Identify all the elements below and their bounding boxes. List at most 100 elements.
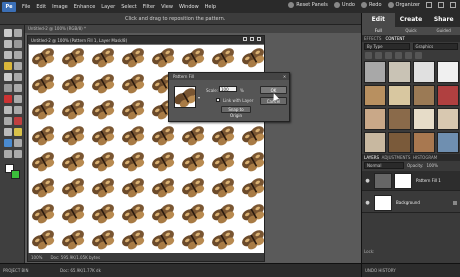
blend-mode-select[interactable]: Normal	[364, 162, 404, 169]
doc-maximize-icon[interactable]	[250, 37, 254, 41]
magic-wand-tool-icon[interactable]	[4, 62, 12, 70]
document-titlebar[interactable]: Untitled-2 @ 100% (Pattern Fill 1, Layer…	[28, 36, 264, 44]
tab-create[interactable]: Create	[394, 13, 428, 27]
smart-brush-tool-icon[interactable]	[14, 117, 22, 125]
layers-tab[interactable]: LAYERS	[364, 155, 379, 160]
content-thumb[interactable]	[388, 131, 411, 153]
content-thumb[interactable]	[436, 131, 459, 153]
clone-stamp-tool-icon[interactable]	[4, 106, 12, 114]
project-bin-label[interactable]: PROJECT BIN	[3, 268, 28, 273]
menu-image[interactable]: Image	[52, 4, 68, 10]
content-thumb[interactable]	[436, 108, 459, 130]
subtab-guided[interactable]: Guided	[427, 27, 460, 35]
marquee-tool-icon[interactable]	[4, 51, 12, 59]
content-thumb[interactable]	[412, 84, 435, 106]
themes-icon[interactable]	[415, 52, 422, 59]
menu-layer[interactable]: Layer	[101, 4, 115, 10]
layer-background[interactable]: ● Background	[362, 193, 460, 213]
menu-help[interactable]: Help	[205, 4, 216, 10]
hand-tool-icon[interactable]	[14, 29, 22, 37]
document-tab[interactable]: Untitled-2 @ 100% (RGB/8) *	[28, 26, 86, 31]
frames-icon[interactable]	[375, 52, 382, 59]
reset-panels-button[interactable]: Reset Panels	[288, 2, 328, 8]
content-thumb[interactable]	[364, 61, 387, 83]
content-thumb[interactable]	[364, 84, 387, 106]
content-thumb[interactable]	[436, 61, 459, 83]
menu-edit[interactable]: Edit	[36, 4, 46, 10]
content-thumb[interactable]	[412, 108, 435, 130]
content-thumb[interactable]	[364, 131, 387, 153]
content-thumb[interactable]	[436, 84, 459, 106]
undo-button[interactable]: Undo	[333, 2, 355, 8]
effects-tab[interactable]: EFFECTS	[364, 35, 381, 42]
opacity-value[interactable]: 100%	[426, 162, 437, 169]
blur-tool-icon[interactable]	[14, 139, 22, 147]
pattern-preview[interactable]	[174, 86, 196, 108]
content-tab[interactable]: CONTENT	[385, 35, 404, 42]
sponge-tool-icon[interactable]	[4, 150, 12, 158]
snap-to-origin-button[interactable]: Snap to Origin	[221, 106, 251, 118]
text-icon[interactable]	[405, 52, 412, 59]
eyedropper-tool-icon[interactable]	[14, 40, 22, 48]
tab-edit[interactable]: Edit	[362, 13, 395, 27]
lasso-tool-icon[interactable]	[14, 51, 22, 59]
red-eye-tool-icon[interactable]	[4, 95, 12, 103]
content-thumb[interactable]	[412, 61, 435, 83]
content-thumb[interactable]	[388, 61, 411, 83]
subtab-full[interactable]: Full	[362, 27, 395, 35]
close-icon[interactable]	[450, 2, 456, 8]
content-thumb[interactable]	[388, 108, 411, 130]
gradient-tool-icon[interactable]	[14, 128, 22, 136]
background-color-swatch[interactable]	[11, 170, 20, 179]
menu-enhance[interactable]: Enhance	[74, 4, 96, 10]
healing-brush-tool-icon[interactable]	[14, 95, 22, 103]
zoom-level[interactable]: 100%	[31, 255, 42, 260]
minimize-icon[interactable]	[426, 2, 432, 8]
graphics-icon[interactable]	[385, 52, 392, 59]
link-with-layer-checkbox[interactable]	[216, 98, 220, 102]
doc-close-icon[interactable]	[257, 37, 261, 41]
type-tool-icon[interactable]	[4, 73, 12, 81]
filter-by-select[interactable]: By Type	[364, 43, 410, 50]
straighten-tool-icon[interactable]	[14, 84, 22, 92]
doc-minimize-icon[interactable]	[243, 37, 247, 41]
pattern-picker-arrow-icon[interactable]: ▾	[198, 95, 200, 100]
crop-tool-icon[interactable]	[14, 73, 22, 81]
right-panel: Edit Create Share Full Quick Guided EFFE…	[361, 13, 460, 277]
menu-select[interactable]: Select	[121, 4, 136, 10]
undo-history-label[interactable]: UNDO HISTORY	[365, 268, 396, 273]
content-thumb[interactable]	[388, 84, 411, 106]
backgrounds-icon[interactable]	[365, 52, 372, 59]
pencil-tool-icon[interactable]	[14, 150, 22, 158]
shape-tool-icon[interactable]	[4, 139, 12, 147]
brush-tool-icon[interactable]	[4, 117, 12, 125]
maximize-icon[interactable]	[438, 2, 444, 8]
eraser-tool-icon[interactable]	[14, 106, 22, 114]
dialog-close-icon[interactable]: ✕	[282, 74, 287, 79]
dialog-titlebar[interactable]: Pattern Fill ✕	[169, 73, 289, 80]
histogram-tab[interactable]: HISTOGRAM	[413, 155, 437, 160]
recompose-tool-icon[interactable]	[4, 84, 12, 92]
tab-share[interactable]: Share	[427, 13, 460, 27]
shapes-icon[interactable]	[395, 52, 402, 59]
menu-filter[interactable]: Filter	[143, 4, 155, 10]
filter-kind-select[interactable]: Graphics	[412, 43, 458, 50]
layer-mask-thumbnail[interactable]	[394, 172, 412, 189]
layer-pattern-fill[interactable]: ● Pattern Fill 1	[362, 171, 460, 191]
redo-button[interactable]: Redo	[360, 2, 382, 8]
menu-window[interactable]: Window	[179, 4, 199, 10]
content-thumb[interactable]	[412, 131, 435, 153]
zoom-tool-icon[interactable]	[4, 29, 12, 37]
move-tool-icon[interactable]	[4, 40, 12, 48]
eye-icon[interactable]: ●	[364, 178, 371, 184]
organizer-button[interactable]: Organizer	[387, 2, 420, 8]
menu-view[interactable]: View	[161, 4, 173, 10]
adjustments-tab[interactable]: ADJUSTMENTS	[382, 155, 411, 160]
paint-bucket-tool-icon[interactable]	[4, 128, 12, 136]
content-thumb[interactable]	[364, 108, 387, 130]
eye-icon[interactable]: ●	[364, 200, 371, 206]
menu-file[interactable]: File	[22, 4, 30, 10]
quick-selection-tool-icon[interactable]	[14, 62, 22, 70]
subtab-quick[interactable]: Quick	[395, 27, 428, 35]
scale-input[interactable]: 100	[219, 86, 237, 92]
